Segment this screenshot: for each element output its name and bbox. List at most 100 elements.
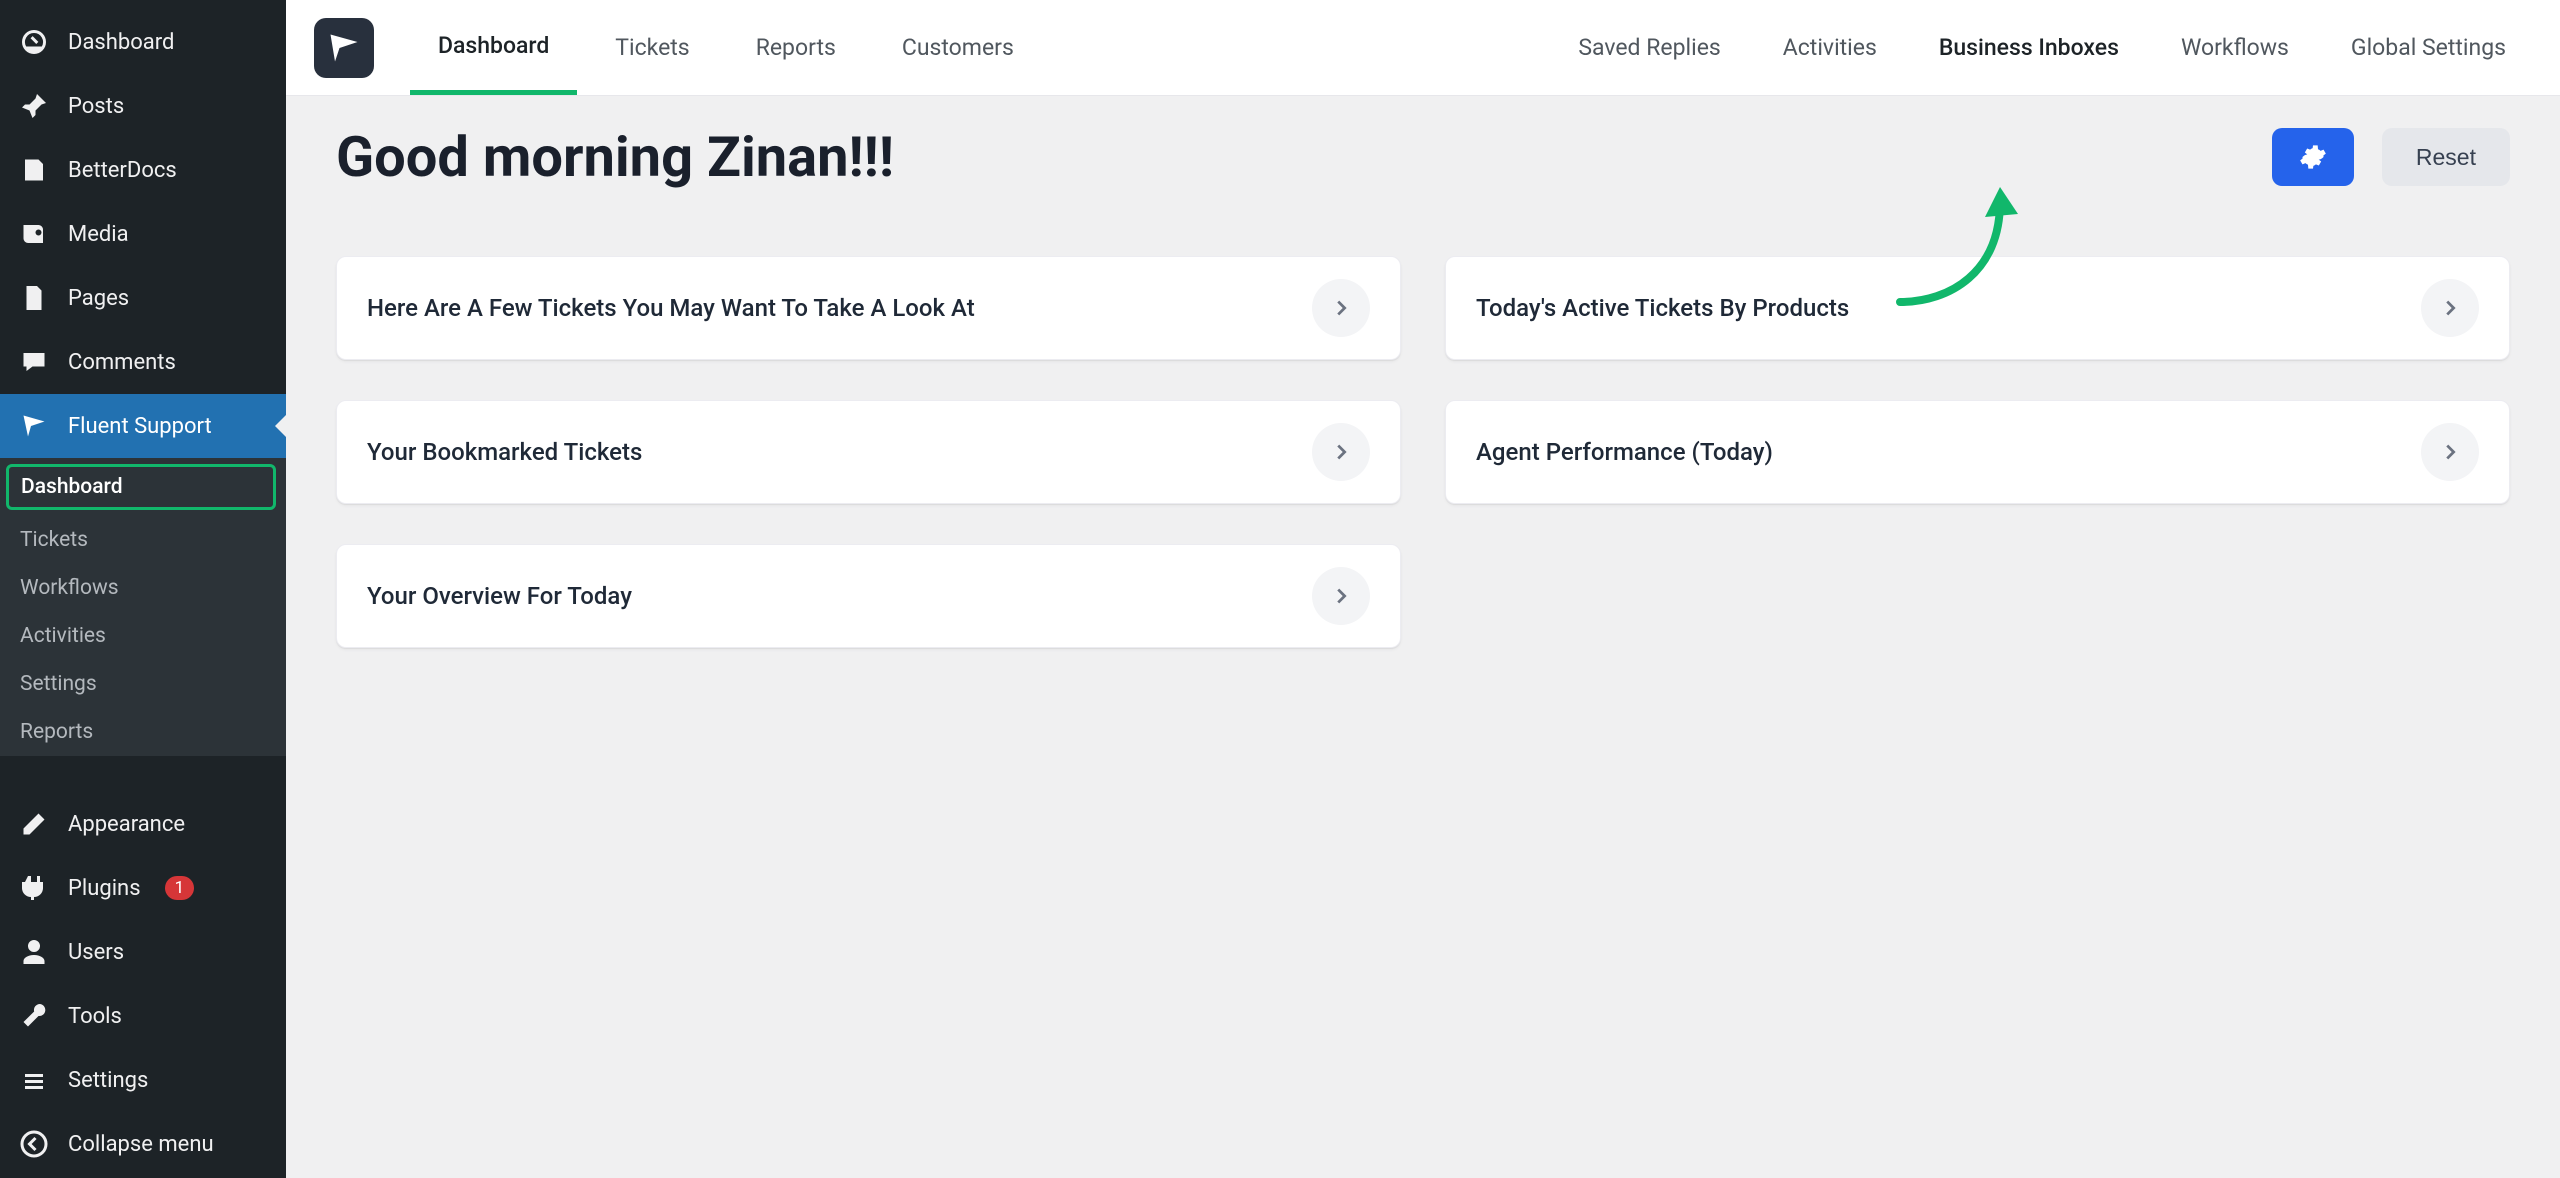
sidebar-item-label: Collapse menu xyxy=(68,1132,214,1157)
sidebar-item-label: Plugins xyxy=(68,876,141,901)
sidebar-item-label: Dashboard xyxy=(68,30,174,55)
sidebar-item-label: Media xyxy=(68,222,129,247)
dashboard-icon xyxy=(18,26,50,58)
fluent-support-icon xyxy=(18,410,50,442)
sidebar-item-fluent-support[interactable]: Fluent Support xyxy=(0,394,286,458)
sidebar-item-users[interactable]: Users xyxy=(0,920,286,984)
tab-reports[interactable]: Reports xyxy=(728,0,864,95)
submenu-item-label: Tickets xyxy=(20,528,88,552)
tab-label: Reports xyxy=(756,34,836,61)
submenu-item-reports[interactable]: Reports xyxy=(0,708,286,756)
card-active-tickets-by-products[interactable]: Today's Active Tickets By Products xyxy=(1445,256,2510,360)
link-label: Activities xyxy=(1783,34,1877,61)
appearance-icon xyxy=(18,808,50,840)
submenu-item-dashboard[interactable]: Dashboard xyxy=(6,464,276,510)
card-few-tickets[interactable]: Here Are A Few Tickets You May Want To T… xyxy=(336,256,1401,360)
submenu-item-tickets[interactable]: Tickets xyxy=(0,516,286,564)
sidebar-item-appearance[interactable]: Appearance xyxy=(0,792,286,856)
page-icon xyxy=(18,282,50,314)
fluent-support-submenu: Dashboard Tickets Workflows Activities S… xyxy=(0,458,286,756)
pushpin-icon xyxy=(18,90,50,122)
submenu-item-settings[interactable]: Settings xyxy=(0,660,286,708)
card-title: Agent Performance (Today) xyxy=(1476,438,1773,466)
card-bookmarked-tickets[interactable]: Your Bookmarked Tickets xyxy=(336,400,1401,504)
expand-arrow xyxy=(1312,279,1370,337)
tab-label: Dashboard xyxy=(438,32,549,59)
sidebar-item-media[interactable]: Media xyxy=(0,202,286,266)
logo-icon xyxy=(326,30,362,66)
sidebar-item-settings[interactable]: Settings xyxy=(0,1048,286,1112)
users-icon xyxy=(18,936,50,968)
plugin-icon xyxy=(18,872,50,904)
sidebar-item-comments[interactable]: Comments xyxy=(0,330,286,394)
sidebar-item-label: Settings xyxy=(68,1068,148,1093)
dashboard-content: Good morning Zinan!!! Reset Here Are A F… xyxy=(286,96,2560,676)
sidebar-item-label: Comments xyxy=(68,350,176,375)
gear-icon xyxy=(2299,143,2327,171)
plugins-update-badge: 1 xyxy=(165,876,195,900)
reset-button[interactable]: Reset xyxy=(2382,128,2510,186)
sidebar-item-label: Posts xyxy=(68,94,124,119)
submenu-item-label: Dashboard xyxy=(21,475,123,499)
submenu-item-label: Workflows xyxy=(20,576,119,600)
dashboard-settings-button[interactable] xyxy=(2272,128,2354,186)
app-header: Dashboard Tickets Reports Customers Save… xyxy=(286,0,2560,96)
expand-arrow xyxy=(2421,279,2479,337)
chevron-right-icon xyxy=(2439,297,2461,319)
dashboard-cards-grid: Here Are A Few Tickets You May Want To T… xyxy=(336,256,2510,648)
betterdocs-icon xyxy=(18,154,50,186)
content-head: Good morning Zinan!!! Reset xyxy=(336,124,2510,190)
chevron-right-icon xyxy=(2439,441,2461,463)
sidebar-separator xyxy=(0,756,286,792)
link-workflows[interactable]: Workflows xyxy=(2155,34,2315,61)
sidebar-item-dashboard[interactable]: Dashboard xyxy=(0,10,286,74)
comment-icon xyxy=(18,346,50,378)
app-area: Dashboard Tickets Reports Customers Save… xyxy=(286,0,2560,1178)
sidebar-item-label: Users xyxy=(68,940,124,965)
card-title: Here Are A Few Tickets You May Want To T… xyxy=(367,294,975,322)
chevron-right-icon xyxy=(1330,441,1352,463)
card-overview-today[interactable]: Your Overview For Today xyxy=(336,544,1401,648)
tab-dashboard[interactable]: Dashboard xyxy=(410,0,577,95)
sidebar-item-plugins[interactable]: Plugins 1 xyxy=(0,856,286,920)
collapse-icon xyxy=(18,1128,50,1160)
link-saved-replies[interactable]: Saved Replies xyxy=(1552,34,1746,61)
sidebar-item-label: Fluent Support xyxy=(68,414,212,439)
sidebar-item-collapse[interactable]: Collapse menu xyxy=(0,1112,286,1176)
expand-arrow xyxy=(1312,423,1370,481)
card-agent-performance[interactable]: Agent Performance (Today) xyxy=(1445,400,2510,504)
card-title: Your Overview For Today xyxy=(367,582,632,610)
chevron-right-icon xyxy=(1330,297,1352,319)
sidebar-item-label: Appearance xyxy=(68,812,185,837)
settings-icon xyxy=(18,1064,50,1096)
sidebar-item-label: BetterDocs xyxy=(68,158,177,183)
link-label: Saved Replies xyxy=(1578,34,1720,61)
link-label: Global Settings xyxy=(2351,34,2506,61)
link-business-inboxes[interactable]: Business Inboxes xyxy=(1913,34,2145,61)
sidebar-item-tools[interactable]: Tools xyxy=(0,984,286,1048)
sidebar-item-label: Tools xyxy=(68,1004,122,1029)
submenu-item-label: Reports xyxy=(20,720,93,744)
link-global-settings[interactable]: Global Settings xyxy=(2325,34,2532,61)
link-label: Business Inboxes xyxy=(1939,34,2119,61)
media-icon xyxy=(18,218,50,250)
sidebar-item-label: Pages xyxy=(68,286,129,311)
expand-arrow xyxy=(2421,423,2479,481)
fluent-support-logo[interactable] xyxy=(314,18,374,78)
link-label: Workflows xyxy=(2181,34,2289,61)
submenu-item-activities[interactable]: Activities xyxy=(0,612,286,660)
sidebar-item-pages[interactable]: Pages xyxy=(0,266,286,330)
tab-tickets[interactable]: Tickets xyxy=(587,0,717,95)
tab-label: Tickets xyxy=(615,34,689,61)
sidebar-item-betterdocs[interactable]: BetterDocs xyxy=(0,138,286,202)
card-title: Your Bookmarked Tickets xyxy=(367,438,642,466)
submenu-item-label: Activities xyxy=(20,624,106,648)
expand-arrow xyxy=(1312,567,1370,625)
submenu-item-workflows[interactable]: Workflows xyxy=(0,564,286,612)
tab-customers[interactable]: Customers xyxy=(874,0,1042,95)
dashboard-actions: Reset xyxy=(2272,128,2510,186)
link-activities[interactable]: Activities xyxy=(1757,34,1903,61)
tab-label: Customers xyxy=(902,34,1014,61)
wp-admin-sidebar: Dashboard Posts BetterDocs Media Pages C… xyxy=(0,0,286,1178)
sidebar-item-posts[interactable]: Posts xyxy=(0,74,286,138)
